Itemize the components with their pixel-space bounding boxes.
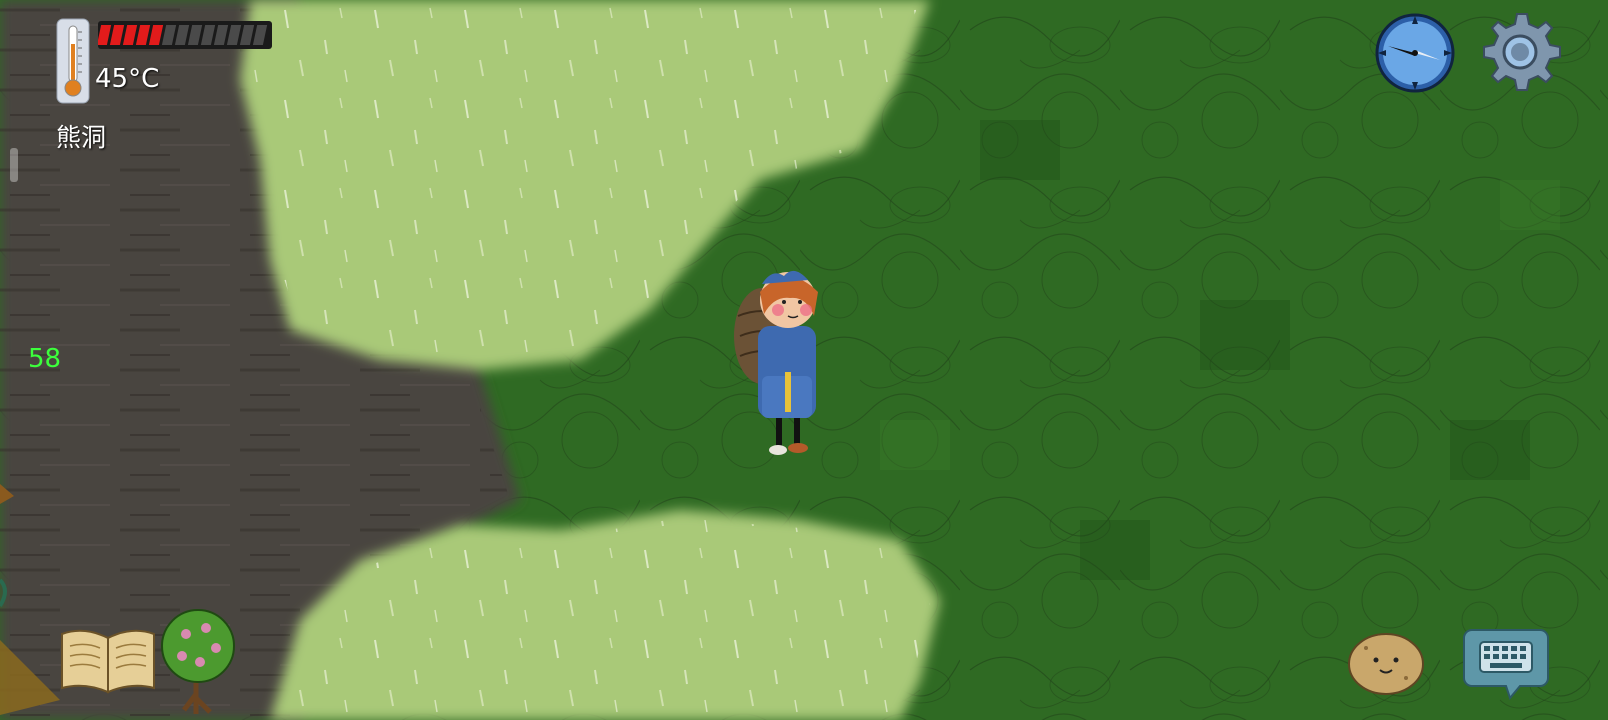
- book-icon[interactable]: [58, 626, 158, 694]
- health-bar: [98, 21, 272, 49]
- thermometer-icon: [56, 18, 90, 104]
- fps-counter: 58: [28, 344, 62, 374]
- temperature-readout: 45°C: [95, 64, 160, 94]
- side-drawer-handle[interactable]: [10, 148, 18, 182]
- compass-icon[interactable]: [1374, 12, 1456, 94]
- gear-icon[interactable]: [1478, 10, 1562, 94]
- keyboard-chat-icon[interactable]: [1462, 626, 1550, 700]
- berry-bush[interactable]: [158, 606, 238, 718]
- player-character: [734, 270, 818, 455]
- location-name: 熊洞: [56, 123, 107, 152]
- potato-face-icon[interactable]: [1346, 630, 1426, 696]
